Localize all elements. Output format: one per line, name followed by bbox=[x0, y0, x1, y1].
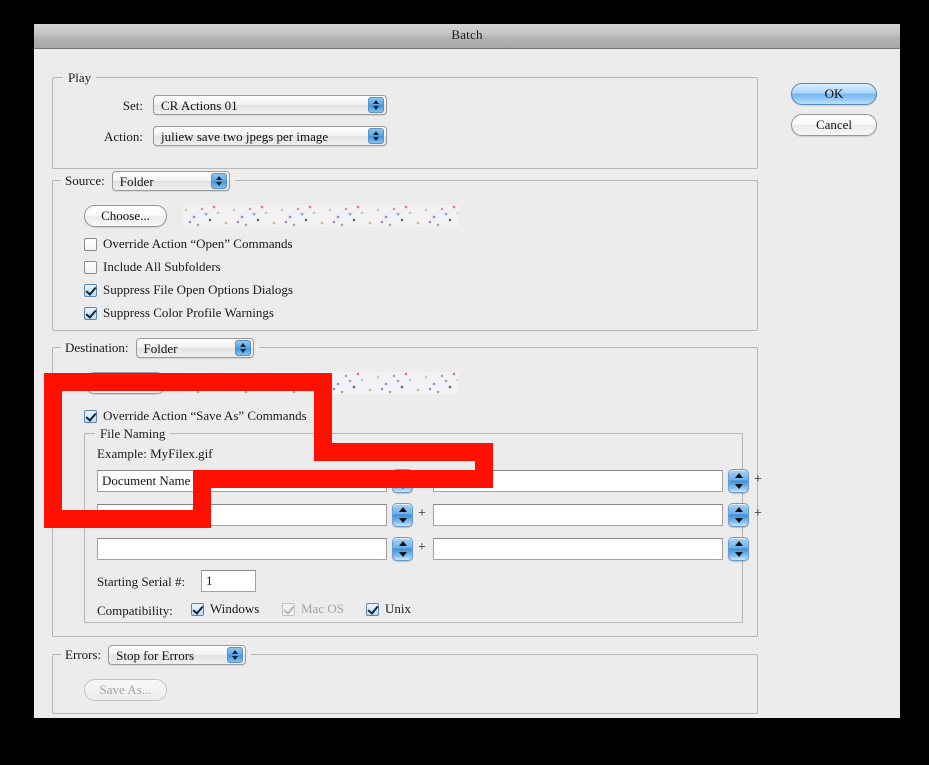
naming-row-2-left-stepper[interactable] bbox=[392, 503, 413, 527]
source-value: Folder bbox=[119, 174, 154, 189]
compat-checkbox-windows[interactable]: Windows bbox=[191, 601, 259, 617]
checkbox-icon bbox=[366, 602, 379, 616]
naming-row-3-left-field[interactable] bbox=[97, 538, 387, 560]
naming-row-2-right-field[interactable] bbox=[433, 504, 723, 526]
compatibility-label: Compatibility: bbox=[97, 603, 173, 618]
checkbox-icon bbox=[84, 283, 97, 297]
destination-popup[interactable]: Folder bbox=[135, 338, 254, 358]
screenshot-root: Batch OK Cancel Play Set: CR Actions 01 … bbox=[0, 0, 929, 765]
errors-group-legend: Errors: Stop for Errors bbox=[61, 645, 252, 665]
naming-row-3-right-field[interactable] bbox=[433, 538, 723, 560]
action-label: Action: bbox=[104, 129, 143, 144]
errors-value: Stop for Errors bbox=[116, 648, 195, 663]
source-checkbox-label: Suppress Color Profile Warnings bbox=[103, 305, 274, 320]
destination-choose-button[interactable]: Choose... bbox=[84, 372, 167, 394]
source-checkbox-label: Suppress File Open Options Dialogs bbox=[103, 282, 293, 297]
compat-checkbox-unix[interactable]: Unix bbox=[366, 601, 411, 617]
source-checkbox-label: Override Action “Open” Commands bbox=[103, 236, 293, 251]
errors-save-as-button[interactable]: Save As... bbox=[84, 679, 167, 701]
action-popup[interactable]: juliew save two jpegs per image bbox=[153, 126, 387, 146]
title-bar[interactable]: Batch bbox=[34, 24, 900, 49]
ok-button[interactable]: OK bbox=[791, 83, 877, 105]
checkbox-icon bbox=[84, 237, 97, 251]
naming-row-3-right-stepper[interactable] bbox=[728, 537, 749, 561]
cancel-button[interactable]: Cancel bbox=[791, 114, 877, 136]
batch-dialog: Batch OK Cancel Play Set: CR Actions 01 … bbox=[34, 24, 900, 718]
naming-row-1-right-field[interactable]: x bbox=[433, 470, 723, 492]
naming-row-1-right-stepper[interactable] bbox=[728, 469, 749, 493]
starting-serial-label: Starting Serial #: bbox=[97, 574, 186, 589]
source-group: Source: Folder Choose... Override Action… bbox=[52, 171, 758, 331]
chevron-updown-icon bbox=[227, 647, 244, 663]
dialog-content: OK Cancel Play Set: CR Actions 01 Action… bbox=[34, 49, 900, 718]
source-choose-button[interactable]: Choose... bbox=[84, 205, 167, 227]
destination-label: Destination: bbox=[65, 340, 129, 355]
source-checkbox-include-subfolders[interactable]: Include All Subfolders bbox=[84, 259, 221, 275]
chevron-updown-icon bbox=[210, 173, 227, 189]
chevron-updown-icon bbox=[368, 97, 384, 113]
naming-row-1-left-stepper[interactable] bbox=[392, 469, 413, 493]
naming-row-3-plus: + bbox=[418, 540, 426, 555]
checkbox-icon bbox=[84, 260, 97, 274]
destination-group-legend: Destination: Folder bbox=[61, 338, 259, 358]
destination-path-redacted bbox=[183, 372, 458, 394]
file-naming-legend: File Naming bbox=[95, 426, 171, 442]
naming-row-1-plus: + bbox=[418, 472, 426, 487]
starting-serial-field[interactable]: 1 bbox=[201, 570, 256, 592]
naming-row-3-left-stepper[interactable] bbox=[392, 537, 413, 561]
errors-label: Errors: bbox=[65, 647, 102, 662]
naming-row-2-left-field[interactable]: extension bbox=[97, 504, 387, 526]
naming-row-2-right-stepper[interactable] bbox=[728, 503, 749, 527]
chevron-updown-icon bbox=[368, 128, 384, 144]
compat-checkbox-label: Mac OS bbox=[301, 601, 344, 616]
destination-group: Destination: Folder Choose... Override A… bbox=[52, 338, 762, 637]
source-label: Source: bbox=[65, 173, 105, 188]
chevron-updown-icon bbox=[234, 340, 251, 356]
compat-checkbox-macos: Mac OS bbox=[282, 601, 344, 617]
source-checkbox-suppress-open-dialogs[interactable]: Suppress File Open Options Dialogs bbox=[84, 282, 293, 298]
naming-row-1-left-field[interactable]: Document Name bbox=[97, 470, 387, 492]
destination-checkbox-label: Override Action “Save As” Commands bbox=[103, 408, 307, 423]
checkbox-icon bbox=[84, 306, 97, 320]
checkbox-icon bbox=[191, 602, 204, 616]
file-naming-example: Example: MyFilex.gif bbox=[97, 446, 213, 461]
errors-popup[interactable]: Stop for Errors bbox=[108, 645, 247, 665]
naming-row-2-trailing-plus: + bbox=[754, 506, 762, 521]
play-group: Play Set: CR Actions 01 Action: juliew s… bbox=[52, 70, 758, 169]
action-value: juliew save two jpegs per image bbox=[161, 129, 329, 144]
checkbox-icon bbox=[282, 602, 295, 616]
set-label: Set: bbox=[122, 98, 143, 113]
destination-checkbox-override-saveas[interactable]: Override Action “Save As” Commands bbox=[84, 408, 307, 424]
destination-value: Folder bbox=[143, 341, 178, 356]
source-checkbox-label: Include All Subfolders bbox=[103, 259, 221, 274]
naming-row-2-plus: + bbox=[418, 506, 426, 521]
source-popup[interactable]: Folder bbox=[111, 171, 230, 191]
compat-checkbox-label: Unix bbox=[385, 601, 411, 616]
play-group-legend: Play bbox=[63, 70, 97, 86]
source-group-legend: Source: Folder bbox=[61, 171, 235, 191]
naming-row-1-trailing-plus: + bbox=[754, 472, 762, 487]
action-set-value: CR Actions 01 bbox=[161, 98, 238, 113]
errors-group: Errors: Stop for Errors Save As... bbox=[52, 645, 758, 714]
window-title: Batch bbox=[451, 27, 483, 42]
source-path-redacted bbox=[183, 205, 458, 227]
checkbox-icon bbox=[84, 409, 97, 423]
source-checkbox-suppress-color-warnings[interactable]: Suppress Color Profile Warnings bbox=[84, 305, 274, 321]
file-naming-group: File Naming Example: MyFilex.gif Documen… bbox=[84, 426, 762, 623]
source-checkbox-override-open[interactable]: Override Action “Open” Commands bbox=[84, 236, 293, 252]
action-set-popup[interactable]: CR Actions 01 bbox=[153, 95, 387, 115]
compat-checkbox-label: Windows bbox=[210, 601, 260, 616]
